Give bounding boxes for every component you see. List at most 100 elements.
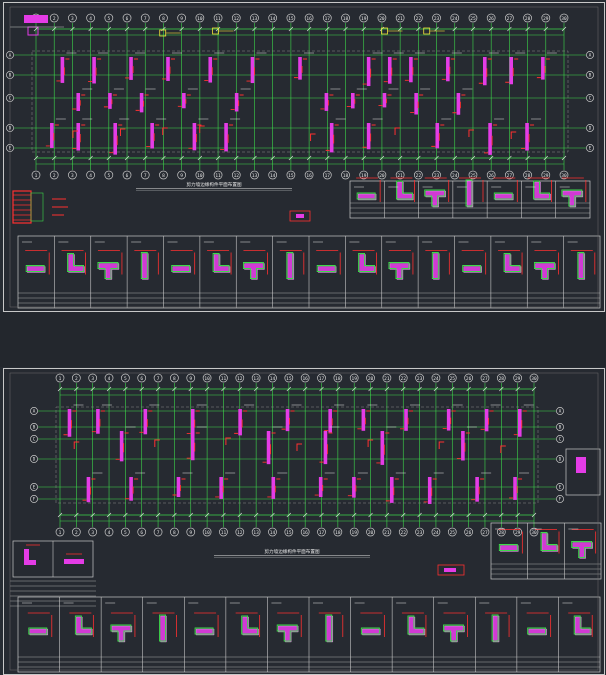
axis-label: 13 <box>252 173 258 179</box>
axis-label: 19 <box>361 16 367 22</box>
axis-label: 18 <box>335 530 341 536</box>
wall-column <box>190 431 195 461</box>
row-label: F <box>33 497 36 502</box>
axis-label: 29 <box>515 376 521 382</box>
axis-label: 8 <box>162 173 165 179</box>
axis-label: 15 <box>286 530 292 536</box>
row-label: D <box>33 457 36 462</box>
cad-viewport: 1122334455667788991010111112121313141415… <box>0 0 606 675</box>
axis-label: 30 <box>531 376 537 382</box>
axis-label: 18 <box>335 376 341 382</box>
drawing-title: 剪力墙边缘构件平面布置图 <box>264 548 320 555</box>
wall-column <box>446 57 450 82</box>
axis-label: 7 <box>157 530 160 536</box>
axis-label: 10 <box>204 530 210 536</box>
axis-label: 12 <box>234 16 240 22</box>
axis-label: 26 <box>466 530 472 536</box>
axis-label: 12 <box>234 173 240 179</box>
axis-label: 13 <box>253 530 259 536</box>
axis-label: 24 <box>452 173 458 179</box>
axis-label: 4 <box>89 173 92 179</box>
wall-column <box>318 477 323 498</box>
wall-column <box>366 123 371 150</box>
row-label: C <box>589 96 592 101</box>
axis-label: 30 <box>531 530 537 536</box>
axis-label: 22 <box>416 173 422 179</box>
wall-column <box>475 477 479 502</box>
axis-label: 1 <box>59 530 62 536</box>
section-shape <box>425 190 446 208</box>
axis-label: 26 <box>466 376 472 382</box>
axis-label: 21 <box>384 376 390 382</box>
section-shape <box>535 263 556 280</box>
axis-label: 10 <box>197 173 203 179</box>
section-shape <box>244 263 265 280</box>
legend-marks <box>52 198 68 216</box>
axis-label: 22 <box>401 530 407 536</box>
section-shape <box>213 254 231 273</box>
row-label: D <box>559 457 562 462</box>
axis-label: 29 <box>543 16 549 22</box>
axis-label: 11 <box>215 173 221 179</box>
wall-column <box>166 57 170 81</box>
axis-label: 28 <box>499 376 505 382</box>
axis-label: 30 <box>561 16 567 22</box>
section-shape <box>408 616 426 636</box>
section-shape <box>389 263 411 280</box>
axis-label: 8 <box>173 530 176 536</box>
axis-label: 17 <box>325 16 331 22</box>
axis-label: 8 <box>173 376 176 382</box>
axis-label: 23 <box>434 16 440 22</box>
wall-column <box>324 93 329 111</box>
note-fill <box>444 568 456 572</box>
wall-column <box>541 57 545 80</box>
axis-label: 9 <box>180 173 183 179</box>
axis-label: 5 <box>107 16 110 22</box>
wall-column <box>266 431 271 465</box>
wall-column <box>182 93 186 109</box>
axis-label: 3 <box>71 173 74 179</box>
axis-label: 11 <box>221 376 227 382</box>
wall-column <box>461 431 465 461</box>
axis-label: 14 <box>270 376 276 382</box>
wall-column <box>484 409 489 432</box>
axis-label: 10 <box>197 16 203 22</box>
axis-label: 16 <box>302 530 308 536</box>
axis-label: 18 <box>343 16 349 22</box>
row-label: F <box>559 497 562 502</box>
wall-column <box>150 123 154 149</box>
wall-column <box>76 123 81 151</box>
axis-label: 28 <box>499 530 505 536</box>
wall-column <box>143 409 148 435</box>
section-shape <box>242 616 259 636</box>
wall-column <box>446 409 451 431</box>
wall-column <box>129 57 133 80</box>
edge-member-mark <box>199 125 205 133</box>
axis-label: 15 <box>288 173 294 179</box>
axis-label: 3 <box>71 16 74 22</box>
edge-member-mark <box>438 441 445 449</box>
section-shape <box>541 533 559 552</box>
left-detail-dim <box>26 544 82 555</box>
wall-column <box>387 57 392 84</box>
axis-label: 12 <box>237 530 243 536</box>
wall-column <box>129 477 133 501</box>
axis-label: 19 <box>351 376 357 382</box>
axis-label: 3 <box>91 376 94 382</box>
wall-column <box>351 93 355 109</box>
axis-label: 15 <box>288 16 294 22</box>
axis-label: 1 <box>35 173 38 179</box>
row-label: B <box>589 73 592 78</box>
wall-column <box>76 93 81 111</box>
axis-label: 13 <box>252 16 258 22</box>
axis-label: 20 <box>368 530 374 536</box>
wall-column <box>382 93 387 108</box>
axis-label: 7 <box>144 173 147 179</box>
axis-label: 6 <box>126 16 129 22</box>
wall-outline <box>55 406 539 504</box>
axis-label: 18 <box>343 173 349 179</box>
legend-frame <box>30 192 44 222</box>
axis-label: 3 <box>91 530 94 536</box>
section-shape <box>534 181 551 201</box>
plan-drawing-bottom: 1122334455667788991010111112121313141415… <box>9 372 602 673</box>
